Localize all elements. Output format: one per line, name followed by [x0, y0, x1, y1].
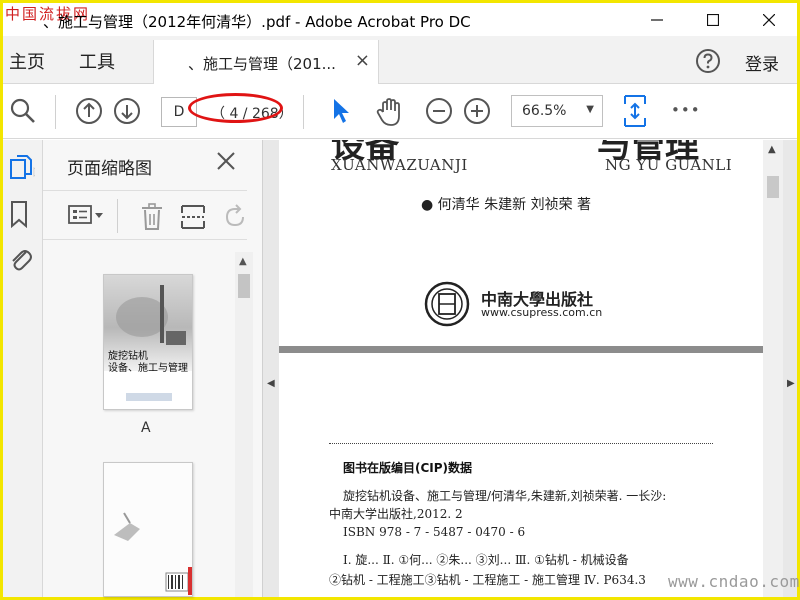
toolbar-separator — [303, 95, 304, 129]
cip-heading: 图书在版编目(CIP)数据 — [343, 461, 473, 475]
search-icon[interactable] — [9, 97, 37, 129]
fit-page-icon[interactable] — [623, 93, 647, 133]
insert-pages-icon[interactable] — [179, 203, 207, 235]
red-annotation-circle — [188, 93, 283, 123]
trash-icon[interactable] — [139, 203, 165, 235]
page-thumbnails-icon[interactable] — [7, 154, 43, 188]
document-tab-label: 、施工与管理（201... — [188, 55, 336, 73]
hand-tool-icon[interactable] — [375, 97, 405, 131]
page-thumbnail-2[interactable] — [103, 462, 193, 597]
cover-pinyin-right: NG YU GUANLI — [605, 156, 733, 174]
close-icon — [763, 13, 775, 26]
cip-line: 旋挖钻机设备、施工与管理/何清华,朱建新,刘祯荣著. 一长沙: — [343, 489, 667, 503]
scroll-up-icon[interactable]: ▲ — [239, 256, 247, 267]
collapse-right-icon[interactable]: ▶ — [787, 378, 795, 389]
window-title: 、施工与管理（2012年何清华）.pdf - Adobe Acrobat Pro… — [43, 13, 471, 31]
cover-pinyin-left: XUANWAZUANJI — [331, 156, 468, 174]
panel-separator — [117, 199, 118, 233]
document-tab[interactable]: 、施工与管理（201... × — [153, 40, 379, 84]
collapse-left-icon[interactable]: ◀ — [267, 378, 275, 389]
thumbnails-scrollbar[interactable]: ▲ — [235, 252, 253, 597]
dotted-rule — [329, 443, 713, 444]
login-button[interactable]: 登录 — [745, 50, 779, 75]
page-divider — [279, 346, 763, 353]
menu-home[interactable]: 主页 — [9, 48, 45, 74]
more-options-icon[interactable]: ••• — [671, 101, 701, 119]
scrollbar-thumb[interactable] — [767, 176, 779, 198]
panel-toolbar — [43, 190, 247, 240]
panel-title: 页面缩略图 — [67, 159, 152, 179]
thumbnail-2-image — [104, 463, 192, 596]
pdf-page-cover: 设备 与管理 XUANWAZUANJI NG YU GUANLI ● 何清华 朱… — [279, 140, 763, 346]
toolbar: D （ 4 / 268） 66.5% ▼ ••• — [3, 85, 797, 139]
cover-authors: ● 何清华 朱建新 刘祯荣 著 — [421, 197, 592, 213]
bookmark-icon[interactable] — [7, 200, 31, 232]
left-rail — [3, 140, 43, 597]
scroll-up-icon[interactable]: ▲ — [768, 144, 776, 155]
thumbnails-panel: 页面缩略图 旋挖钻机 设备、施工与管理 A ▲ — [43, 140, 263, 597]
tab-close-button[interactable]: × — [355, 50, 370, 71]
scrollbar-thumb[interactable] — [238, 274, 250, 298]
title-bar: 中国流拔网 、施工与管理（2012年何清华）.pdf - Adobe Acrob… — [3, 3, 797, 36]
cip-line: ②钻机 - 工程施工③钻机 - 工程施工 - 施工管理 Ⅳ. P634.3 — [329, 573, 646, 587]
menu-bar: 主页 工具 、施工与管理（201... × 登录 — [3, 36, 797, 84]
menu-tools[interactable]: 工具 — [79, 48, 115, 74]
page-thumbnail-1[interactable]: 旋挖钻机 设备、施工与管理 — [103, 274, 193, 410]
maximize-icon — [707, 13, 719, 26]
watermark: www.cndao.com — [668, 572, 800, 591]
document-scrollbar[interactable]: ▲ — [763, 140, 783, 597]
help-icon[interactable] — [695, 48, 721, 78]
toolbar-separator — [55, 95, 56, 129]
cip-line: Ⅰ. 旋... Ⅱ. ①何... ②朱... ③刘... Ⅲ. ①钻机 - 机械… — [343, 553, 629, 567]
zoom-dropdown[interactable]: 66.5% ▼ — [511, 95, 603, 127]
zoom-out-icon[interactable] — [425, 97, 453, 129]
next-page-icon[interactable] — [113, 97, 141, 129]
pdf-page-cip: 图书在版编目(CIP)数据 旋挖钻机设备、施工与管理/何清华,朱建新,刘祯荣著.… — [279, 353, 763, 597]
minimize-button[interactable] — [629, 3, 685, 36]
rotate-icon[interactable] — [223, 203, 247, 235]
thumbnail-cover-title: 旋挖钻机 设备、施工与管理 — [108, 351, 188, 374]
zoom-in-icon[interactable] — [463, 97, 491, 129]
zoom-value: 66.5% — [522, 103, 567, 119]
publisher-seal-icon — [423, 280, 471, 332]
thumbnail-options-icon[interactable] — [67, 203, 105, 231]
cover-image — [104, 275, 192, 409]
select-cursor-icon[interactable] — [329, 97, 353, 129]
previous-page-icon[interactable] — [75, 97, 103, 129]
cip-line: ISBN 978 - 7 - 5487 - 0470 - 6 — [343, 525, 526, 539]
document-view[interactable]: ◀ 设备 与管理 XUANWAZUANJI NG YU GUANLI ● 何清华… — [263, 140, 797, 597]
maximize-button[interactable] — [685, 3, 741, 36]
close-window-button[interactable] — [741, 3, 797, 36]
attachment-icon[interactable] — [7, 244, 33, 278]
minimize-icon — [651, 18, 663, 21]
thumbnail-label: A — [141, 420, 151, 436]
cip-line: 中南大学出版社,2012. 2 — [329, 507, 463, 521]
close-icon[interactable] — [215, 150, 237, 176]
chevron-down-icon: ▼ — [586, 104, 594, 115]
publisher-url: www.csupress.com.cn — [481, 306, 603, 319]
